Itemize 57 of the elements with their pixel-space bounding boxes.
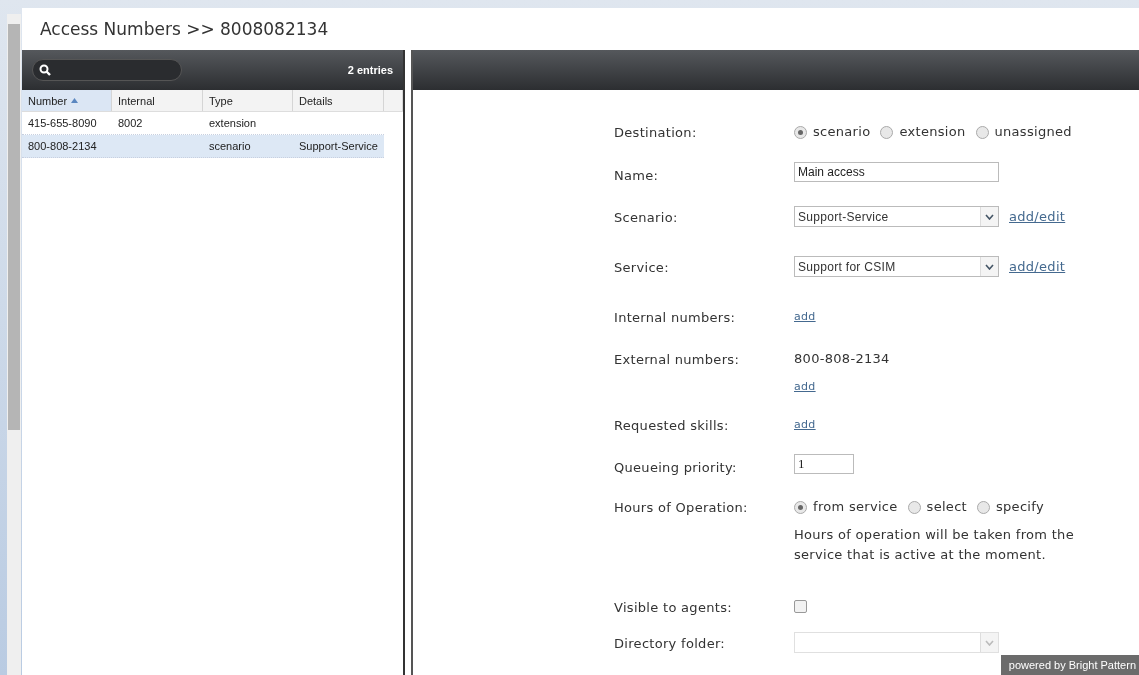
dropdown-caret-icon xyxy=(985,639,994,646)
radio-label[interactable]: select xyxy=(926,497,967,517)
entry-count: 2 entries xyxy=(347,64,393,76)
add-link[interactable]: add xyxy=(794,415,816,435)
radio-button[interactable] xyxy=(977,500,990,514)
table-cell-text: 415-655-8090 xyxy=(27,116,98,131)
radio-button[interactable] xyxy=(794,125,807,139)
table-cell-text: scenario xyxy=(208,139,252,154)
dropdown[interactable]: Support-Service xyxy=(794,206,999,227)
field-label: Scenario: xyxy=(614,209,679,227)
column-header[interactable]: Number xyxy=(22,90,112,111)
field-label: Name: xyxy=(614,167,660,185)
dropdown-caret-icon xyxy=(985,263,994,270)
column-header[interactable]: Internal xyxy=(112,90,203,111)
table-cell-text: extension xyxy=(208,116,258,131)
field-label: Queueing priority: xyxy=(614,459,738,477)
priority-input[interactable]: 1 xyxy=(794,454,854,474)
radio-label[interactable]: scenario xyxy=(813,122,871,142)
field-label: External numbers: xyxy=(614,351,741,369)
add-edit-link[interactable]: add/edit xyxy=(1009,209,1066,224)
sort-ascending-icon xyxy=(71,98,79,103)
panel-splitter[interactable] xyxy=(403,50,413,675)
dropdown-caret-icon xyxy=(985,213,994,220)
help-text: Hours of operation will be taken from the service that is active at the moment. xyxy=(794,526,1075,564)
number-value: 800-808-2134 xyxy=(794,350,890,368)
radio-button[interactable] xyxy=(794,500,807,514)
radio-button[interactable] xyxy=(907,500,921,514)
page-title: Access Numbers >> 8008082134 xyxy=(39,18,330,41)
field-label: Internal numbers: xyxy=(614,309,737,327)
field-label: Destination: xyxy=(614,124,698,142)
field-label: Requested skills: xyxy=(614,417,730,435)
search-icon xyxy=(39,64,51,76)
radio-label[interactable]: unassigned xyxy=(994,122,1072,142)
scrollbar-thumb[interactable] xyxy=(8,24,20,430)
column-header[interactable]: Details xyxy=(293,90,384,111)
field-label: Visible to agents: xyxy=(614,599,733,617)
name-input[interactable]: Main access xyxy=(794,162,999,182)
field-label: Hours of Operation: xyxy=(614,499,749,517)
table-cell-text: Support-Service xyxy=(298,139,379,154)
radio-label[interactable]: extension xyxy=(899,122,966,142)
column-header[interactable]: Type xyxy=(203,90,293,111)
table-cell-text: 8002 xyxy=(117,116,144,131)
dropdown[interactable]: Support for CSIM xyxy=(794,256,999,277)
add-edit-link[interactable]: add/edit xyxy=(1009,259,1066,274)
add-link[interactable]: add xyxy=(794,307,816,327)
checkbox[interactable] xyxy=(794,600,807,613)
radio-label[interactable]: from service xyxy=(813,497,898,517)
add-link[interactable]: add xyxy=(794,377,890,397)
field-label: Directory folder: xyxy=(614,635,727,653)
table-cell-text: 800-808-2134 xyxy=(27,139,98,154)
search-field[interactable] xyxy=(32,59,182,81)
powered-by-text: powered by Bright Pattern xyxy=(1000,655,1139,675)
radio-button[interactable] xyxy=(975,125,989,139)
field-label: Service: xyxy=(614,259,670,277)
radio-label[interactable]: specify xyxy=(996,497,1044,517)
table-row[interactable]: 800-808-2134 scenario Support-Service xyxy=(22,135,384,158)
radio-button[interactable] xyxy=(880,125,894,139)
